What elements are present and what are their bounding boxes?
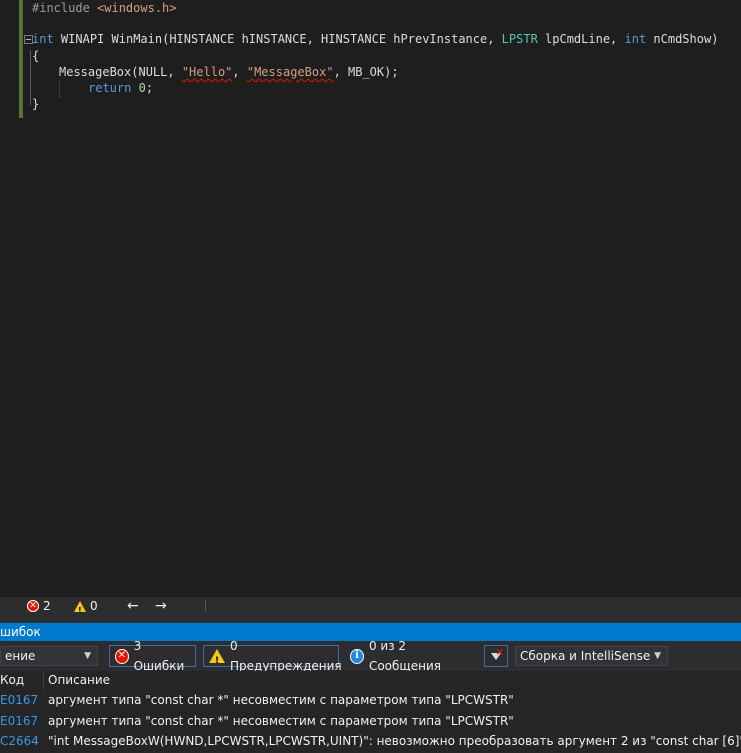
warning-icon: !: [209, 649, 225, 666]
chevron-down-icon: ▼: [84, 651, 91, 661]
code-line-5[interactable]: MessageBox(NULL, "Hello", "MessageBox", …: [59, 64, 399, 81]
string-messagebox-error: "MessageBox": [246, 65, 334, 79]
column-divider[interactable]: [43, 671, 44, 689]
error-icon: ✕: [115, 648, 129, 664]
column-header-code[interactable]: Код: [0, 671, 24, 689]
warnings-indicator[interactable]: ! 0: [74, 597, 98, 615]
info-icon: i: [350, 648, 364, 664]
errors-indicator[interactable]: ✕ 2: [27, 597, 51, 615]
error-description: аргумент типа "const char *" несовместим…: [48, 714, 514, 728]
errors-filter-button[interactable]: ✕ 3 Ошибки: [109, 639, 196, 673]
code-editor[interactable]: #include <windows.h> int WINAPI WinMain(…: [0, 0, 741, 597]
error-description: "int MessageBoxW(HWND,LPCWSTR,LPCWSTR,UI…: [48, 734, 741, 748]
column-header-description[interactable]: Описание: [48, 671, 110, 689]
editor-status-strip: ✕ 2 ! 0 ← →: [0, 597, 741, 615]
code-line-7[interactable]: }: [32, 96, 39, 113]
warnings-filter-button[interactable]: ! 0 Предупреждения: [203, 639, 342, 673]
close-icon: ×: [495, 647, 504, 658]
navigate-back-button[interactable]: ←: [127, 597, 139, 615]
panel-title: шибок: [0, 625, 41, 639]
string-hello-error: "Hello": [181, 65, 233, 79]
error-list-header: Код Описание: [0, 671, 741, 690]
error-description: аргумент типа "const char *" несовместим…: [48, 693, 514, 707]
error-code: E0167: [0, 714, 39, 728]
table-row[interactable]: E0167 аргумент типа "const char *" несов…: [0, 690, 741, 711]
code-line-1[interactable]: #include <windows.h>: [32, 0, 177, 17]
build-source-dropdown[interactable]: Сборка и IntelliSense ▼: [515, 646, 668, 666]
error-code: C2664: [0, 734, 39, 748]
warning-icon: !: [74, 600, 86, 615]
messages-filter-button[interactable]: i 0 из 2 Сообщения: [344, 639, 480, 673]
code-line-6[interactable]: return 0;: [88, 80, 153, 97]
indent-guide: [59, 80, 60, 97]
code-line-4[interactable]: {: [32, 48, 39, 65]
table-row[interactable]: C2664 "int MessageBoxW(HWND,LPCWSTR,LPCW…: [0, 731, 741, 752]
outline-guide: [30, 50, 31, 105]
chevron-down-icon: ▼: [654, 651, 661, 661]
change-tracking-bar: [19, 0, 23, 118]
divider: [205, 600, 206, 612]
error-list-toolbar: ение ▼ ✕ 3 Ошибки ! 0 Предупреждения i 0…: [0, 639, 741, 673]
panel-splitter[interactable]: [0, 615, 741, 623]
code-line-3[interactable]: int WINAPI WinMain(HINSTANCE hINSTANCE, …: [32, 31, 718, 48]
clear-filter-button[interactable]: ×: [484, 645, 508, 667]
error-code: E0167: [0, 693, 39, 707]
table-row[interactable]: E0167 аргумент типа "const char *" несов…: [0, 711, 741, 732]
scope-dropdown[interactable]: ение ▼: [0, 646, 98, 666]
error-icon: ✕: [27, 600, 39, 612]
navigate-forward-button[interactable]: →: [155, 597, 167, 615]
